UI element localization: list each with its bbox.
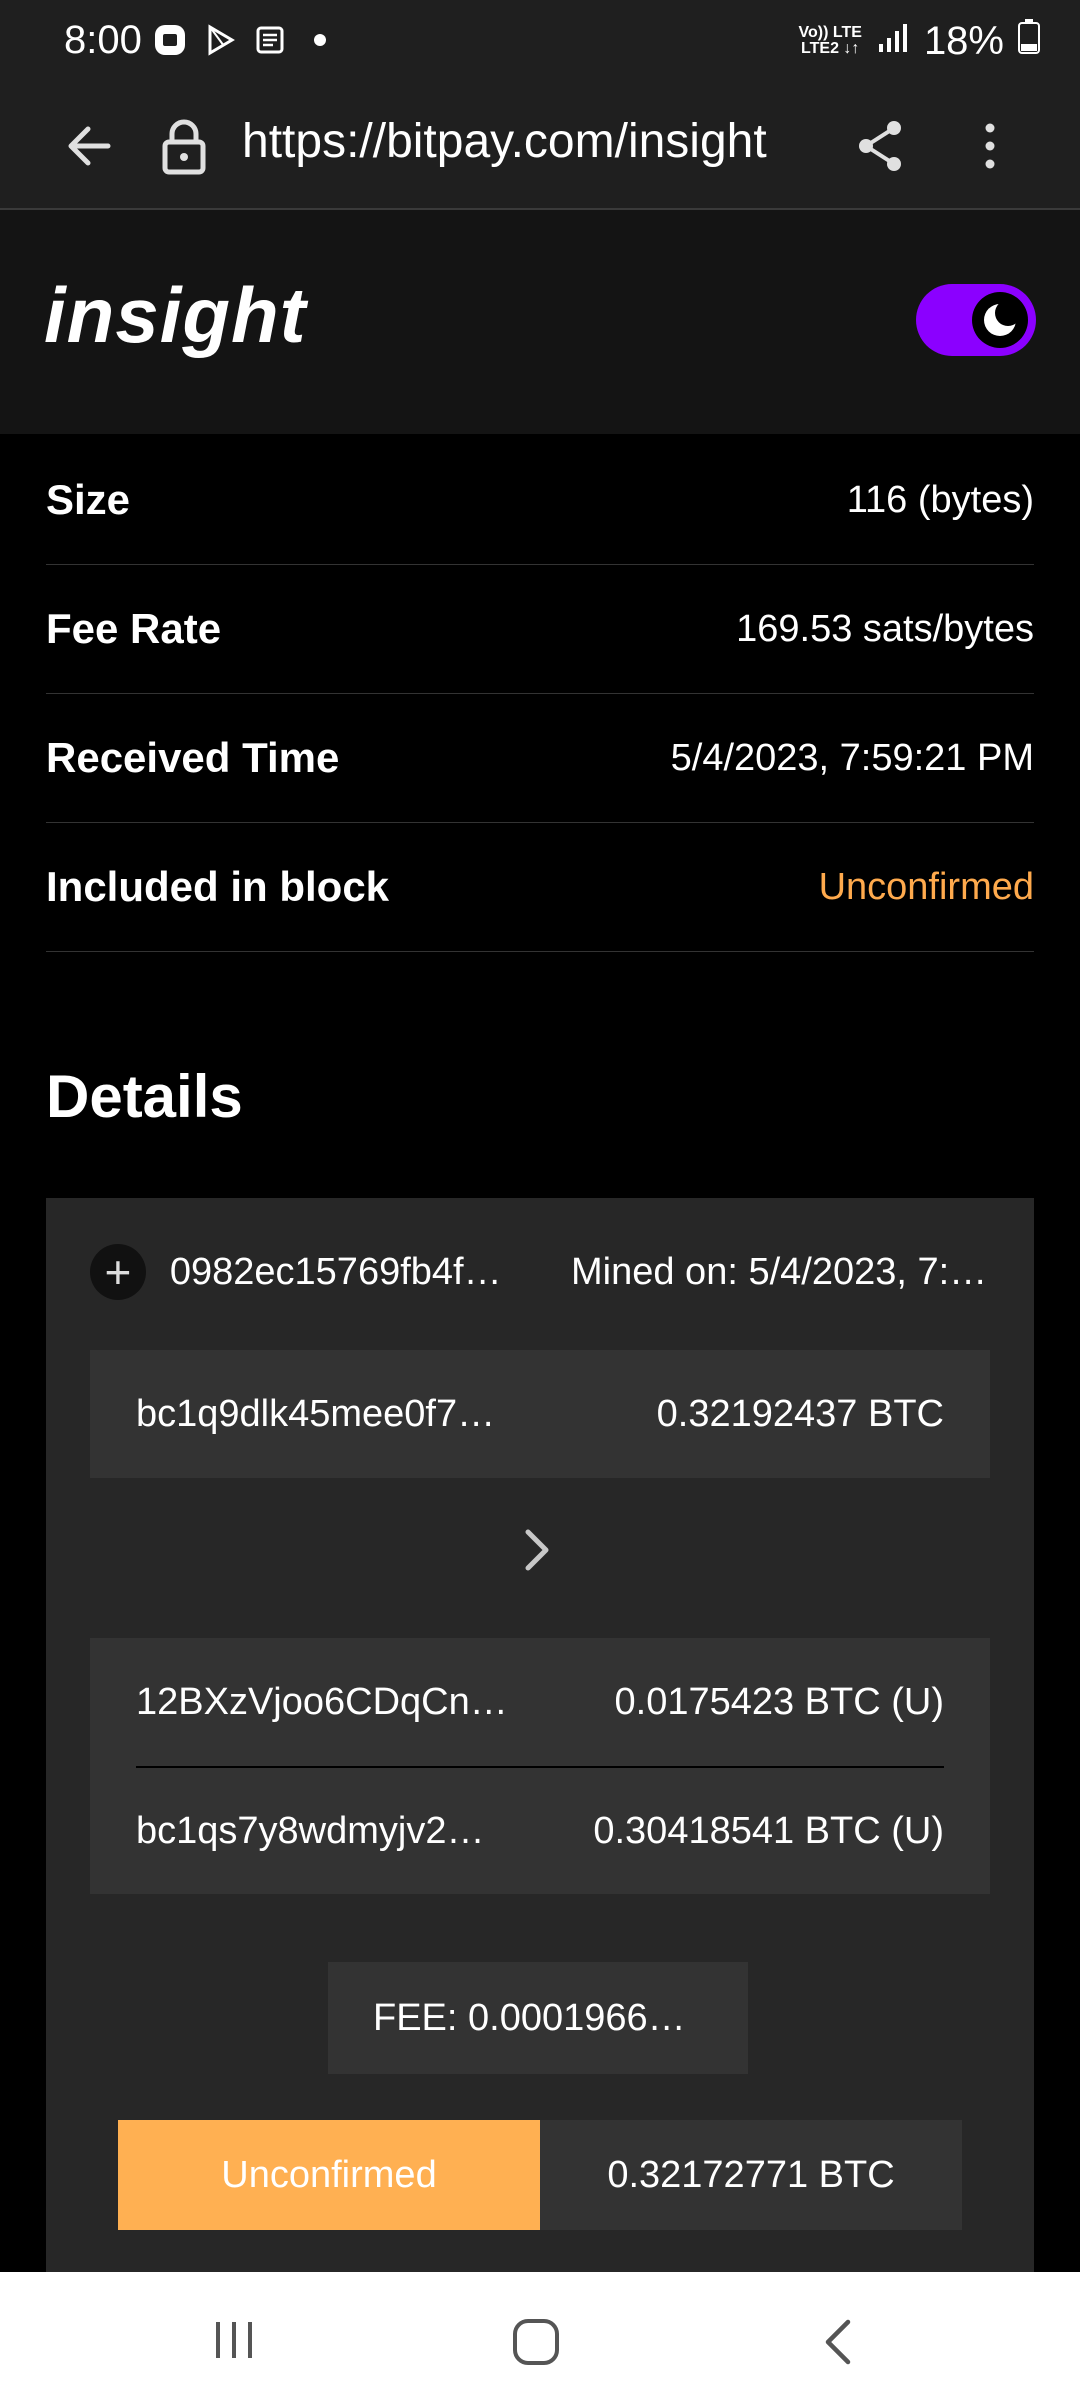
network-indicator: Vo)) LTE LTE2 ↓↑ xyxy=(798,24,862,57)
info-value: 169.53 sats/bytes xyxy=(736,607,1034,650)
battery-icon xyxy=(1018,18,1040,64)
moon-icon xyxy=(972,292,1028,348)
fee-box: FEE: 0.00019666 … xyxy=(328,1962,748,2074)
dot-icon xyxy=(302,22,338,58)
input-row: bc1q9dlk45mee0f7… 0.32192437 BTC xyxy=(90,1350,990,1478)
transaction-card: + 0982ec15769fb4f… Mined on: 5/4/2023, 7… xyxy=(46,1198,1034,2278)
output-row: 12BXzVjoo6CDqCn… 0.0175423 BTC (U) xyxy=(90,1638,990,1766)
news-icon xyxy=(252,22,288,58)
info-label: Fee Rate xyxy=(46,605,222,652)
unconfirmed-button[interactable]: Unconfirmed xyxy=(118,2120,540,2230)
info-label: Included in block xyxy=(46,863,390,910)
fee-text: FEE: 0.00019666 … xyxy=(373,1996,703,2039)
output-amount: 0.0175423 BTC (U) xyxy=(614,1680,945,1723)
back-arrow-icon[interactable] xyxy=(60,116,120,176)
app-notification-icon xyxy=(152,22,188,58)
status-right: Vo)) LTE LTE2 ↓↑ 18% xyxy=(799,18,1040,64)
total-amount: 0.32172771 BTC xyxy=(540,2120,962,2230)
expand-plus-icon[interactable]: + xyxy=(90,1244,146,1300)
play-store-icon xyxy=(202,22,238,58)
lock-icon[interactable] xyxy=(156,116,212,176)
notification-icons xyxy=(152,22,338,58)
input-address-link[interactable]: bc1q9dlk45mee0f7… xyxy=(136,1393,516,1436)
dark-mode-toggle[interactable] xyxy=(916,284,1036,356)
info-row-fee-rate: Fee Rate 169.53 sats/bytes xyxy=(46,565,1034,694)
info-label: Received Time xyxy=(46,734,340,781)
system-nav-bar xyxy=(0,2272,1080,2408)
info-value: 5/4/2023, 7:59:21 PM xyxy=(670,736,1034,779)
block-status: Unconfirmed xyxy=(818,865,1034,908)
tx-header: + 0982ec15769fb4f… Mined on: 5/4/2023, 7… xyxy=(90,1242,990,1302)
signal-icon xyxy=(876,19,910,64)
output-row: bc1qs7y8wdmyjv2… 0.30418541 BTC (U) xyxy=(136,1766,944,1894)
tx-hash-link[interactable]: 0982ec15769fb4f… xyxy=(170,1251,539,1294)
inputs-box: bc1q9dlk45mee0f7… 0.32192437 BTC xyxy=(90,1350,990,1478)
site-header: insight xyxy=(0,210,1080,434)
details-heading: Details xyxy=(46,1063,243,1130)
info-row-size: Size 116 (bytes) xyxy=(46,436,1034,565)
share-icon[interactable] xyxy=(850,114,910,178)
tx-summary: Size 116 (bytes) Fee Rate 169.53 sats/by… xyxy=(46,436,1034,952)
nav-back-icon[interactable] xyxy=(816,2316,860,2373)
status-bar: 8:00 Vo)) LTE LTE2 ↓↑ 18% xyxy=(0,0,1080,84)
mined-on: Mined on: 5/4/2023, 7:… xyxy=(571,1250,988,1293)
output-address-link[interactable]: 12BXzVjoo6CDqCn… xyxy=(136,1681,516,1724)
more-options-icon[interactable] xyxy=(970,114,1010,178)
info-row-included-in-block: Included in block Unconfirmed xyxy=(46,823,1034,952)
url-bar[interactable]: https://bitpay.com/insight xyxy=(242,114,802,169)
confirmation-status: Unconfirmed 0.32172771 BTC xyxy=(118,2120,962,2230)
info-label: Size xyxy=(46,476,131,523)
output-amount: 0.30418541 BTC (U) xyxy=(593,1809,944,1852)
home-icon[interactable] xyxy=(510,2316,562,2373)
browser-toolbar: https://bitpay.com/insight xyxy=(0,84,1080,210)
info-value: 116 (bytes) xyxy=(846,478,1034,521)
status-time: 8:00 xyxy=(64,18,142,62)
outputs-box: 12BXzVjoo6CDqCn… 0.0175423 BTC (U) bc1qs… xyxy=(90,1638,990,1894)
battery-percent: 18% xyxy=(923,18,1004,63)
info-row-received-time: Received Time 5/4/2023, 7:59:21 PM xyxy=(46,694,1034,823)
recent-apps-icon[interactable] xyxy=(210,2316,258,2369)
insight-logo[interactable]: insight xyxy=(44,270,307,361)
output-address-link[interactable]: bc1qs7y8wdmyjv2… xyxy=(136,1810,516,1853)
chevron-right-icon xyxy=(518,1520,558,1580)
input-amount: 0.32192437 BTC xyxy=(656,1392,944,1435)
